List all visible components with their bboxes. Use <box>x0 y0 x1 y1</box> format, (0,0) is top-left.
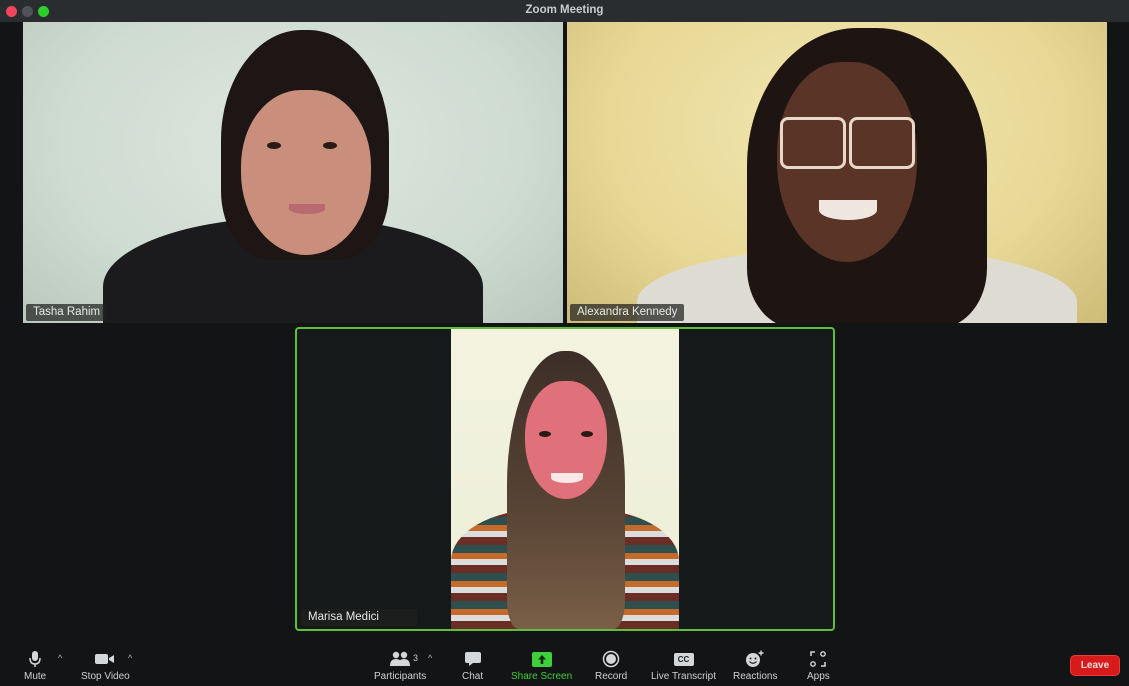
participant-mouth <box>551 473 583 483</box>
meeting-toolbar: Mute ^ Stop Video ^ Participants 3 ^ Cha… <box>0 644 1129 686</box>
record-button[interactable]: Record <box>595 649 627 682</box>
video-options-caret[interactable]: ^ <box>128 653 132 663</box>
participant-eye <box>323 142 337 149</box>
apps-icon <box>809 649 827 669</box>
zoom-window: Zoom Meeting Tasha Rahim Alexandra Kenne… <box>0 0 1129 686</box>
apps-button[interactable]: Apps <box>807 649 830 682</box>
participant-eye <box>581 431 593 437</box>
microphone-icon <box>28 649 42 669</box>
apps-label: Apps <box>807 671 830 682</box>
participant-mouth <box>289 204 325 214</box>
participant-mouth <box>819 200 877 220</box>
video-tile-tasha-rahim[interactable]: Tasha Rahim <box>23 22 563 323</box>
stop-video-button[interactable]: Stop Video <box>81 649 130 682</box>
share-arrow-icon <box>531 649 552 669</box>
stop-video-label: Stop Video <box>81 671 130 682</box>
chat-bubble-icon <box>464 649 482 669</box>
share-screen-button[interactable]: Share Screen <box>511 649 572 682</box>
chat-button[interactable]: Chat <box>462 649 483 682</box>
participant-video <box>23 22 563 323</box>
participant-glasses <box>849 117 915 169</box>
participants-options-caret[interactable]: ^ <box>428 653 432 663</box>
participant-video <box>567 22 1107 323</box>
mute-button[interactable]: Mute <box>24 649 46 682</box>
record-label: Record <box>595 671 628 682</box>
participant-glasses <box>780 117 846 169</box>
chat-label: Chat <box>462 671 484 682</box>
participant-name-label: Tasha Rahim <box>26 304 108 321</box>
participant-name-label: Alexandra Kennedy <box>570 304 685 321</box>
reactions-label: Reactions <box>733 671 778 682</box>
reactions-button[interactable]: Reactions <box>733 649 777 682</box>
people-icon <box>389 649 411 669</box>
participants-label: Participants <box>374 671 427 682</box>
closed-caption-icon: CC <box>673 649 694 669</box>
participant-eye <box>539 431 551 437</box>
leave-meeting-button[interactable]: Leave <box>1070 655 1120 676</box>
live-transcript-label: Live Transcript <box>651 671 717 682</box>
share-screen-label: Share Screen <box>511 671 573 682</box>
participant-video <box>451 329 679 629</box>
record-icon <box>602 649 620 669</box>
audio-options-caret[interactable]: ^ <box>58 653 62 663</box>
cc-badge: CC <box>673 652 694 666</box>
smiley-plus-icon <box>745 649 765 669</box>
participant-eye <box>267 142 281 149</box>
window-title: Zoom Meeting <box>525 4 604 16</box>
video-tile-alexandra-kennedy[interactable]: Alexandra Kennedy <box>567 22 1107 323</box>
video-camera-icon <box>94 649 116 669</box>
participants-button[interactable]: Participants <box>374 649 426 682</box>
participant-name-label: Marisa Medici <box>301 609 417 626</box>
participant-face <box>241 90 371 255</box>
participant-count: 3 <box>413 653 419 663</box>
live-transcript-button[interactable]: CC Live Transcript <box>651 649 716 682</box>
video-tile-marisa-medici-active[interactable]: Marisa Medici <box>295 327 835 631</box>
mute-label: Mute <box>24 671 47 682</box>
title-bar: Zoom Meeting <box>0 0 1129 22</box>
